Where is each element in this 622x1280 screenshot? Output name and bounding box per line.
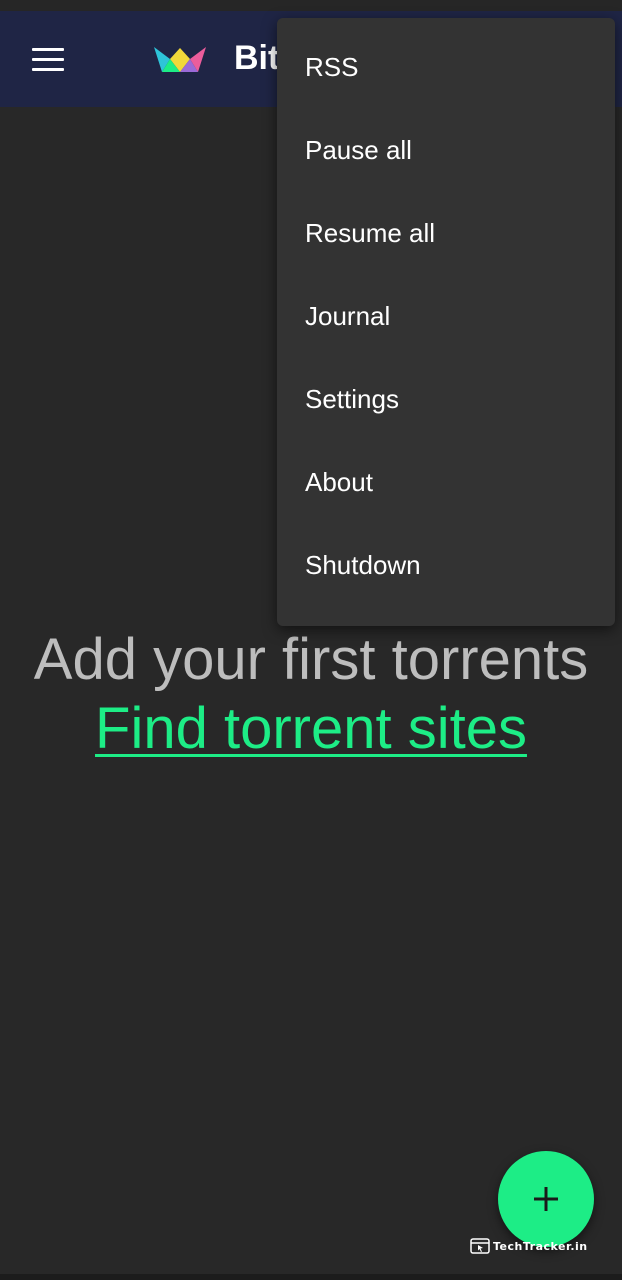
add-torrent-button[interactable] — [498, 1151, 594, 1247]
plus-icon — [534, 1187, 558, 1211]
browser-window-icon — [470, 1238, 490, 1254]
watermark-text: TechTracker.in — [493, 1239, 588, 1253]
app-title: Bit — [234, 39, 280, 77]
crown-logo-icon — [154, 47, 206, 72]
empty-state: Add your first torrents Find torrent sit… — [0, 624, 622, 762]
hamburger-menu-icon[interactable] — [22, 35, 74, 83]
menu-item-shutdown[interactable]: Shutdown — [277, 524, 615, 607]
find-torrent-sites-link[interactable]: Find torrent sites — [95, 696, 527, 762]
navigation-bar — [0, 1274, 622, 1280]
menu-item-rss[interactable]: RSS — [277, 26, 615, 109]
empty-state-title: Add your first torrents — [33, 627, 589, 692]
menu-item-resume-all[interactable]: Resume all — [277, 192, 615, 275]
watermark: TechTracker.in — [470, 1236, 588, 1256]
screen: Bit Add your first torrents Find torrent… — [0, 0, 622, 1280]
menu-item-settings[interactable]: Settings — [277, 358, 615, 441]
menu-item-pause-all[interactable]: Pause all — [277, 109, 615, 192]
status-bar — [0, 0, 622, 11]
menu-item-journal[interactable]: Journal — [277, 275, 615, 358]
overflow-menu: RSS Pause all Resume all Journal Setting… — [277, 18, 615, 626]
menu-item-about[interactable]: About — [277, 441, 615, 524]
